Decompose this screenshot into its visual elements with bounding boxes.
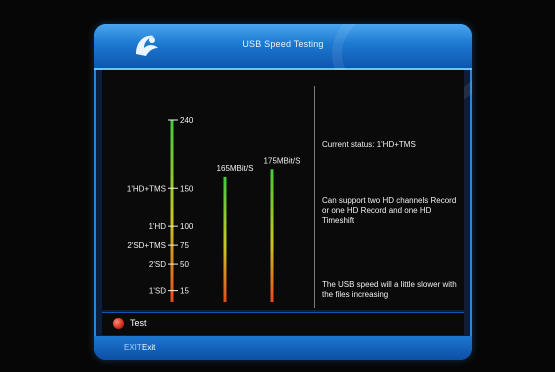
dialog-footer: EXIT Exit (94, 336, 472, 360)
bar-value-label-read: 175MBit/S (264, 156, 301, 165)
scale-value-75: 75 (180, 241, 189, 250)
bar-standard (170, 120, 174, 302)
scale-value-100: 100 (180, 222, 194, 231)
bar-read (270, 169, 274, 302)
speed-chart: StandardWrite165MBit/SRead175MBit/S24015… (127, 116, 301, 302)
scale-level-label-75: 2'SD+TMS (127, 241, 166, 250)
scale-level-label-100: 1'HD (148, 222, 166, 231)
current-status-text: Current status: 1'HD+TMS (322, 140, 416, 149)
action-bar: Test (102, 312, 464, 335)
red-button-icon[interactable] (113, 318, 124, 329)
scale-value-150: 150 (180, 184, 194, 193)
capability-text: Can support two HD channels Record or on… (322, 196, 457, 225)
scale-value-15: 15 (180, 287, 189, 296)
exit-label[interactable]: Exit (142, 343, 155, 352)
scale-value-240: 240 (180, 116, 194, 125)
usb-speed-dialog: USB Speed Testing StandardWrite165MBit/S… (94, 24, 472, 360)
test-button-label[interactable]: Test (130, 318, 147, 328)
content-divider (314, 86, 315, 308)
content-area: StandardWrite165MBit/SRead175MBit/S24015… (102, 70, 464, 310)
scale-level-label-150: 1'HD+TMS (127, 184, 166, 193)
dialog-header: USB Speed Testing (94, 24, 472, 114)
scale-level-label-50: 2'SD (149, 260, 166, 269)
scale-level-label-15: 1'SD (149, 287, 166, 296)
bar-value-label-write: 165MBit/S (217, 164, 254, 173)
dialog-title: USB Speed Testing (242, 39, 324, 49)
tv-screen: USB Speed Testing StandardWrite165MBit/S… (0, 0, 555, 372)
bar-write (223, 176, 227, 302)
exit-key-label[interactable]: EXIT (124, 343, 142, 352)
speed-note-text: The USB speed will a little slower with … (322, 280, 457, 299)
scale-value-50: 50 (180, 260, 189, 269)
